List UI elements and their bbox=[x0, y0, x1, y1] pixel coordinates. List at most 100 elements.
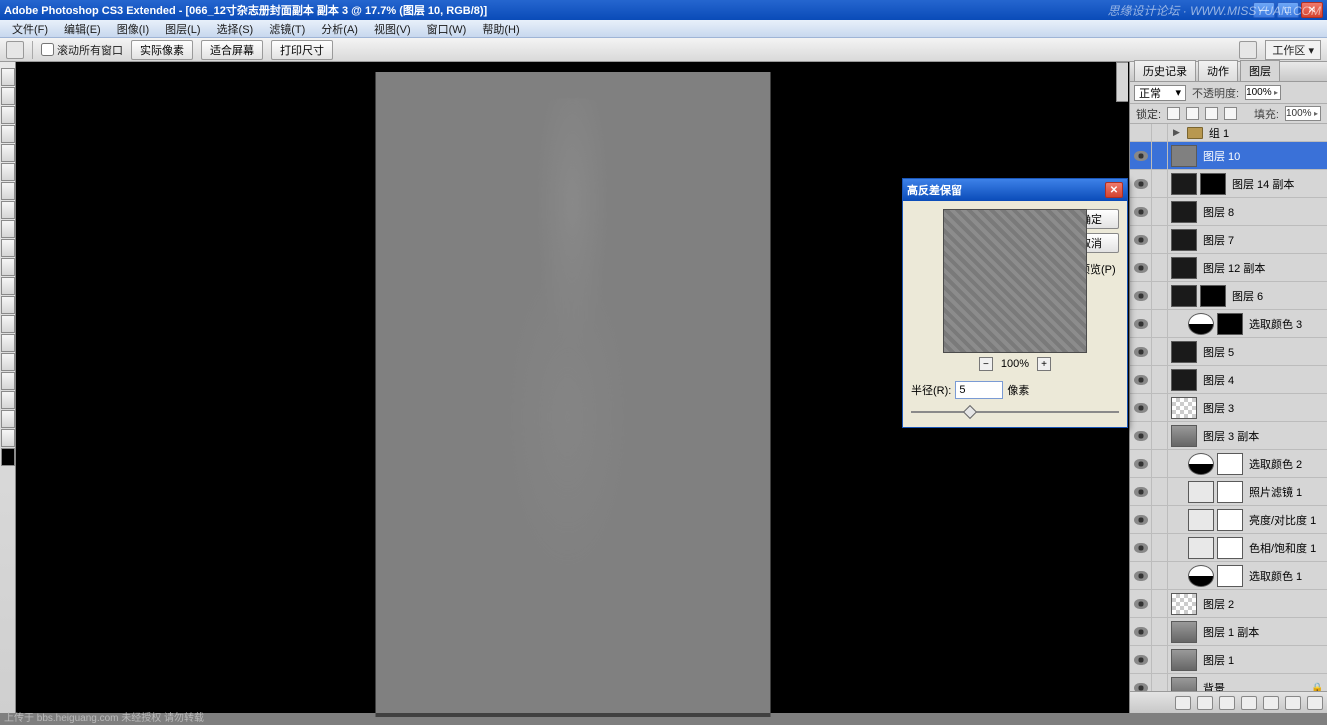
layer-thumbnail[interactable] bbox=[1188, 537, 1214, 559]
layer-row[interactable]: 图层 2 bbox=[1130, 590, 1327, 618]
layer-name-label[interactable]: 图层 3 bbox=[1203, 400, 1321, 416]
layer-thumbnail[interactable] bbox=[1171, 677, 1197, 692]
layer-name-label[interactable]: 图层 1 副本 bbox=[1203, 624, 1321, 640]
layer-row[interactable]: 背景🔒 bbox=[1130, 674, 1327, 691]
layer-thumbnail[interactable] bbox=[1188, 481, 1214, 503]
layer-row[interactable]: 选取颜色 1 bbox=[1130, 562, 1327, 590]
visibility-toggle[interactable] bbox=[1130, 562, 1152, 589]
gradient-tool-icon[interactable] bbox=[1, 277, 15, 295]
move-tool-icon[interactable] bbox=[1, 68, 15, 86]
layer-name-label[interactable]: 选取颜色 1 bbox=[1249, 568, 1321, 584]
layer-thumbnail[interactable] bbox=[1171, 649, 1197, 671]
slider-thumb-icon[interactable] bbox=[963, 405, 977, 419]
menu-image[interactable]: 图像(I) bbox=[111, 20, 155, 38]
layer-name-label[interactable]: 色相/饱和度 1 bbox=[1249, 540, 1321, 556]
lock-all-icon[interactable] bbox=[1224, 107, 1237, 120]
layer-thumbnail[interactable] bbox=[1200, 173, 1226, 195]
new-layer-icon[interactable] bbox=[1285, 696, 1301, 710]
layer-row[interactable]: 图层 14 副本 bbox=[1130, 170, 1327, 198]
layer-name-label[interactable]: 图层 4 bbox=[1203, 372, 1321, 388]
layer-thumbnail[interactable] bbox=[1188, 509, 1214, 531]
type-tool-icon[interactable] bbox=[1, 353, 15, 371]
lock-pixels-icon[interactable] bbox=[1186, 107, 1199, 120]
blur-tool-icon[interactable] bbox=[1, 296, 15, 314]
layer-thumbnail[interactable] bbox=[1217, 481, 1243, 503]
layer-thumbnail[interactable] bbox=[1171, 369, 1197, 391]
layer-row[interactable]: 图层 4 bbox=[1130, 366, 1327, 394]
layer-name-label[interactable]: 图层 2 bbox=[1203, 596, 1321, 612]
layer-row[interactable]: ▶组 1 bbox=[1130, 124, 1327, 142]
close-button[interactable]: ✕ bbox=[1301, 2, 1323, 18]
layer-thumbnail[interactable] bbox=[1171, 621, 1197, 643]
scroll-all-windows-checkbox[interactable]: 滚动所有窗口 bbox=[41, 42, 123, 58]
menu-view[interactable]: 视图(V) bbox=[368, 20, 417, 38]
menu-filter[interactable]: 滤镜(T) bbox=[263, 20, 311, 38]
visibility-toggle[interactable] bbox=[1130, 226, 1152, 253]
layer-row[interactable]: 照片滤镜 1 bbox=[1130, 478, 1327, 506]
layer-thumbnail[interactable] bbox=[1217, 313, 1243, 335]
layer-thumbnail[interactable] bbox=[1171, 145, 1197, 167]
visibility-toggle[interactable] bbox=[1130, 506, 1152, 533]
history-brush-tool-icon[interactable] bbox=[1, 239, 15, 257]
wand-tool-icon[interactable] bbox=[1, 125, 15, 143]
layer-row[interactable]: 图层 3 副本 bbox=[1130, 422, 1327, 450]
layer-thumbnail[interactable] bbox=[1217, 453, 1243, 475]
menu-layer[interactable]: 图层(L) bbox=[159, 20, 206, 38]
link-layers-icon[interactable] bbox=[1175, 696, 1191, 710]
screen-mode-icon[interactable] bbox=[1239, 41, 1257, 59]
dialog-close-button[interactable]: ✕ bbox=[1105, 182, 1123, 198]
tab-layers[interactable]: 图层 bbox=[1240, 60, 1280, 81]
layer-row[interactable]: 图层 1 bbox=[1130, 646, 1327, 674]
visibility-toggle[interactable] bbox=[1130, 394, 1152, 421]
layers-list[interactable]: ▶组 1图层 10图层 14 副本图层 8图层 7图层 12 副本图层 6选取颜… bbox=[1130, 124, 1327, 691]
actual-pixels-button[interactable]: 实际像素 bbox=[131, 40, 193, 60]
visibility-toggle[interactable] bbox=[1130, 254, 1152, 281]
menu-help[interactable]: 帮助(H) bbox=[476, 20, 525, 38]
layer-name-label[interactable]: 图层 5 bbox=[1203, 344, 1321, 360]
eyedropper-tool-icon[interactable] bbox=[1, 163, 15, 181]
dodge-tool-icon[interactable] bbox=[1, 315, 15, 333]
layer-row[interactable]: 亮度/对比度 1 bbox=[1130, 506, 1327, 534]
layer-thumbnail[interactable] bbox=[1171, 229, 1197, 251]
layer-thumbnail[interactable] bbox=[1171, 257, 1197, 279]
visibility-toggle[interactable] bbox=[1130, 366, 1152, 393]
layer-row[interactable]: 图层 8 bbox=[1130, 198, 1327, 226]
layer-thumbnail[interactable] bbox=[1171, 425, 1197, 447]
visibility-toggle[interactable] bbox=[1130, 198, 1152, 225]
layer-thumbnail[interactable] bbox=[1188, 313, 1214, 335]
layer-thumbnail[interactable] bbox=[1217, 565, 1243, 587]
shape-tool-icon[interactable] bbox=[1, 391, 15, 409]
brush-tool-icon[interactable] bbox=[1, 201, 15, 219]
opacity-value[interactable]: 100% bbox=[1245, 85, 1281, 100]
visibility-toggle[interactable] bbox=[1130, 478, 1152, 505]
blend-mode-select[interactable]: 正常▾ bbox=[1134, 85, 1186, 101]
visibility-toggle[interactable] bbox=[1130, 282, 1152, 309]
tab-history[interactable]: 历史记录 bbox=[1134, 60, 1196, 81]
layer-row[interactable]: 色相/饱和度 1 bbox=[1130, 534, 1327, 562]
stamp-tool-icon[interactable] bbox=[1, 220, 15, 238]
layer-name-label[interactable]: 背景 bbox=[1203, 680, 1311, 692]
tab-actions[interactable]: 动作 bbox=[1198, 60, 1238, 81]
layer-name-label[interactable]: 亮度/对比度 1 bbox=[1249, 512, 1321, 528]
pen-tool-icon[interactable] bbox=[1, 334, 15, 352]
visibility-toggle[interactable] bbox=[1130, 618, 1152, 645]
layer-thumbnail[interactable] bbox=[1188, 453, 1214, 475]
visibility-toggle[interactable] bbox=[1130, 422, 1152, 449]
visibility-toggle[interactable] bbox=[1130, 310, 1152, 337]
lock-transparent-icon[interactable] bbox=[1167, 107, 1180, 120]
layer-thumbnail[interactable] bbox=[1171, 341, 1197, 363]
layer-row[interactable]: 图层 3 bbox=[1130, 394, 1327, 422]
maximize-button[interactable]: □ bbox=[1277, 2, 1299, 18]
visibility-toggle[interactable] bbox=[1130, 338, 1152, 365]
visibility-toggle[interactable] bbox=[1130, 590, 1152, 617]
visibility-toggle[interactable] bbox=[1130, 142, 1152, 169]
layer-name-label[interactable]: 图层 12 副本 bbox=[1203, 260, 1321, 276]
dialog-titlebar[interactable]: 高反差保留 ✕ bbox=[903, 179, 1127, 201]
layer-row[interactable]: 图层 12 副本 bbox=[1130, 254, 1327, 282]
adjustment-layer-icon[interactable] bbox=[1241, 696, 1257, 710]
radius-input[interactable] bbox=[955, 381, 1003, 399]
menu-file[interactable]: 文件(F) bbox=[6, 20, 54, 38]
collapsed-palette-dock[interactable] bbox=[1116, 62, 1128, 102]
fill-value[interactable]: 100% bbox=[1285, 106, 1321, 121]
layer-thumbnail[interactable] bbox=[1171, 201, 1197, 223]
